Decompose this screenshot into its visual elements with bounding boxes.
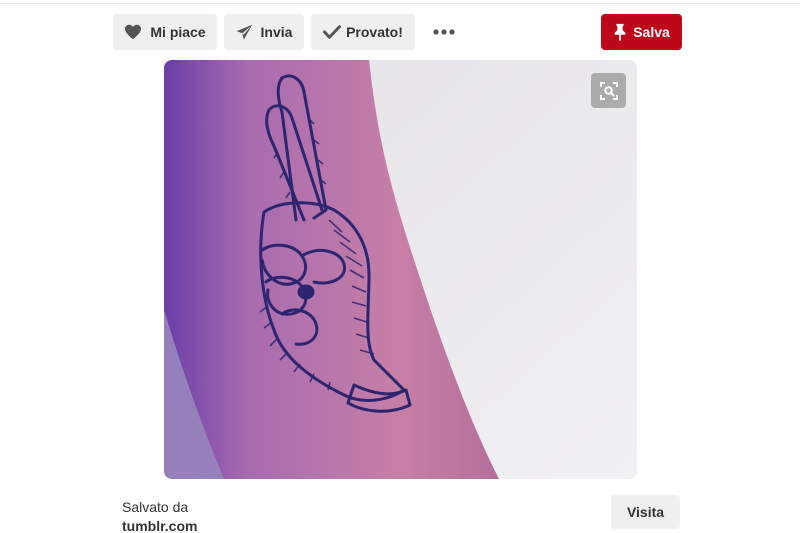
send-button[interactable]: Invia <box>224 14 304 50</box>
like-label: Mi piace <box>150 24 206 40</box>
more-dots-icon <box>433 29 455 35</box>
checkmark-icon <box>323 25 342 39</box>
saved-source-link[interactable]: tumblr.com <box>122 518 197 533</box>
visual-search-button[interactable] <box>591 73 626 108</box>
heart-icon <box>125 24 142 40</box>
more-options-button[interactable] <box>424 14 464 50</box>
header-divider <box>0 3 800 4</box>
send-label: Invia <box>260 24 293 40</box>
pin-image[interactable] <box>164 60 637 479</box>
save-button[interactable]: Salva <box>601 14 682 50</box>
visit-label: Visita <box>626 504 665 520</box>
visit-button[interactable]: Visita <box>611 495 680 529</box>
pushpin-icon <box>614 23 626 41</box>
tried-button[interactable]: Provato! <box>311 14 415 50</box>
visual-search-icon <box>599 81 618 100</box>
paper-plane-icon <box>236 24 252 40</box>
saved-from-label: Salvato da <box>122 499 189 515</box>
save-label: Salva <box>633 24 670 40</box>
pin-closeup-page: Mi piace Invia Provato! Salva Salvato da… <box>0 0 800 533</box>
tried-label: Provato! <box>346 24 403 40</box>
like-button[interactable]: Mi piace <box>113 14 217 50</box>
tattoo-photo <box>164 60 637 479</box>
